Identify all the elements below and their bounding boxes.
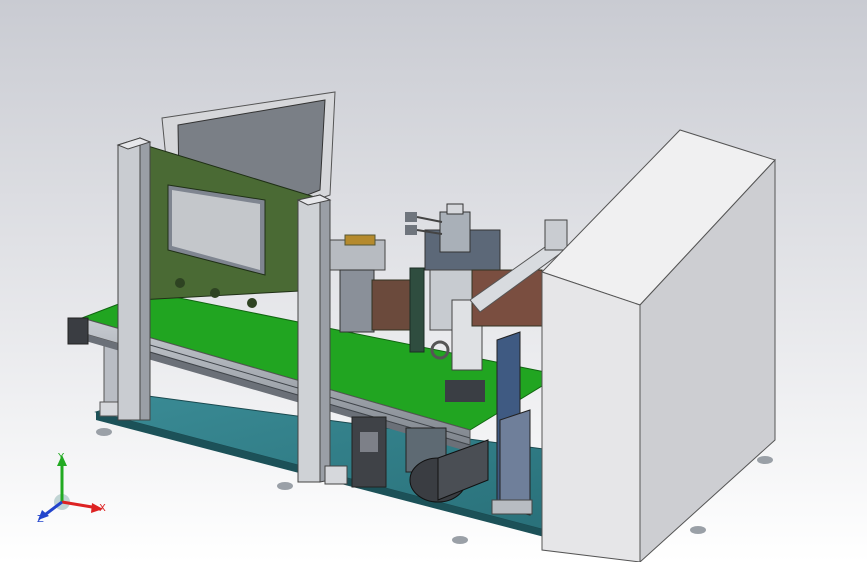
cad-viewport[interactable]: Y X Z — [0, 0, 867, 562]
triad-x-label: X — [99, 503, 106, 514]
electrical-cabinet — [541, 129, 776, 562]
triad-z-label: Z — [37, 514, 44, 525]
coordinate-triad: Y X Z — [37, 452, 106, 525]
triad-y-label: Y — [57, 452, 65, 463]
assembly-model[interactable]: Y X Z — [0, 0, 867, 562]
